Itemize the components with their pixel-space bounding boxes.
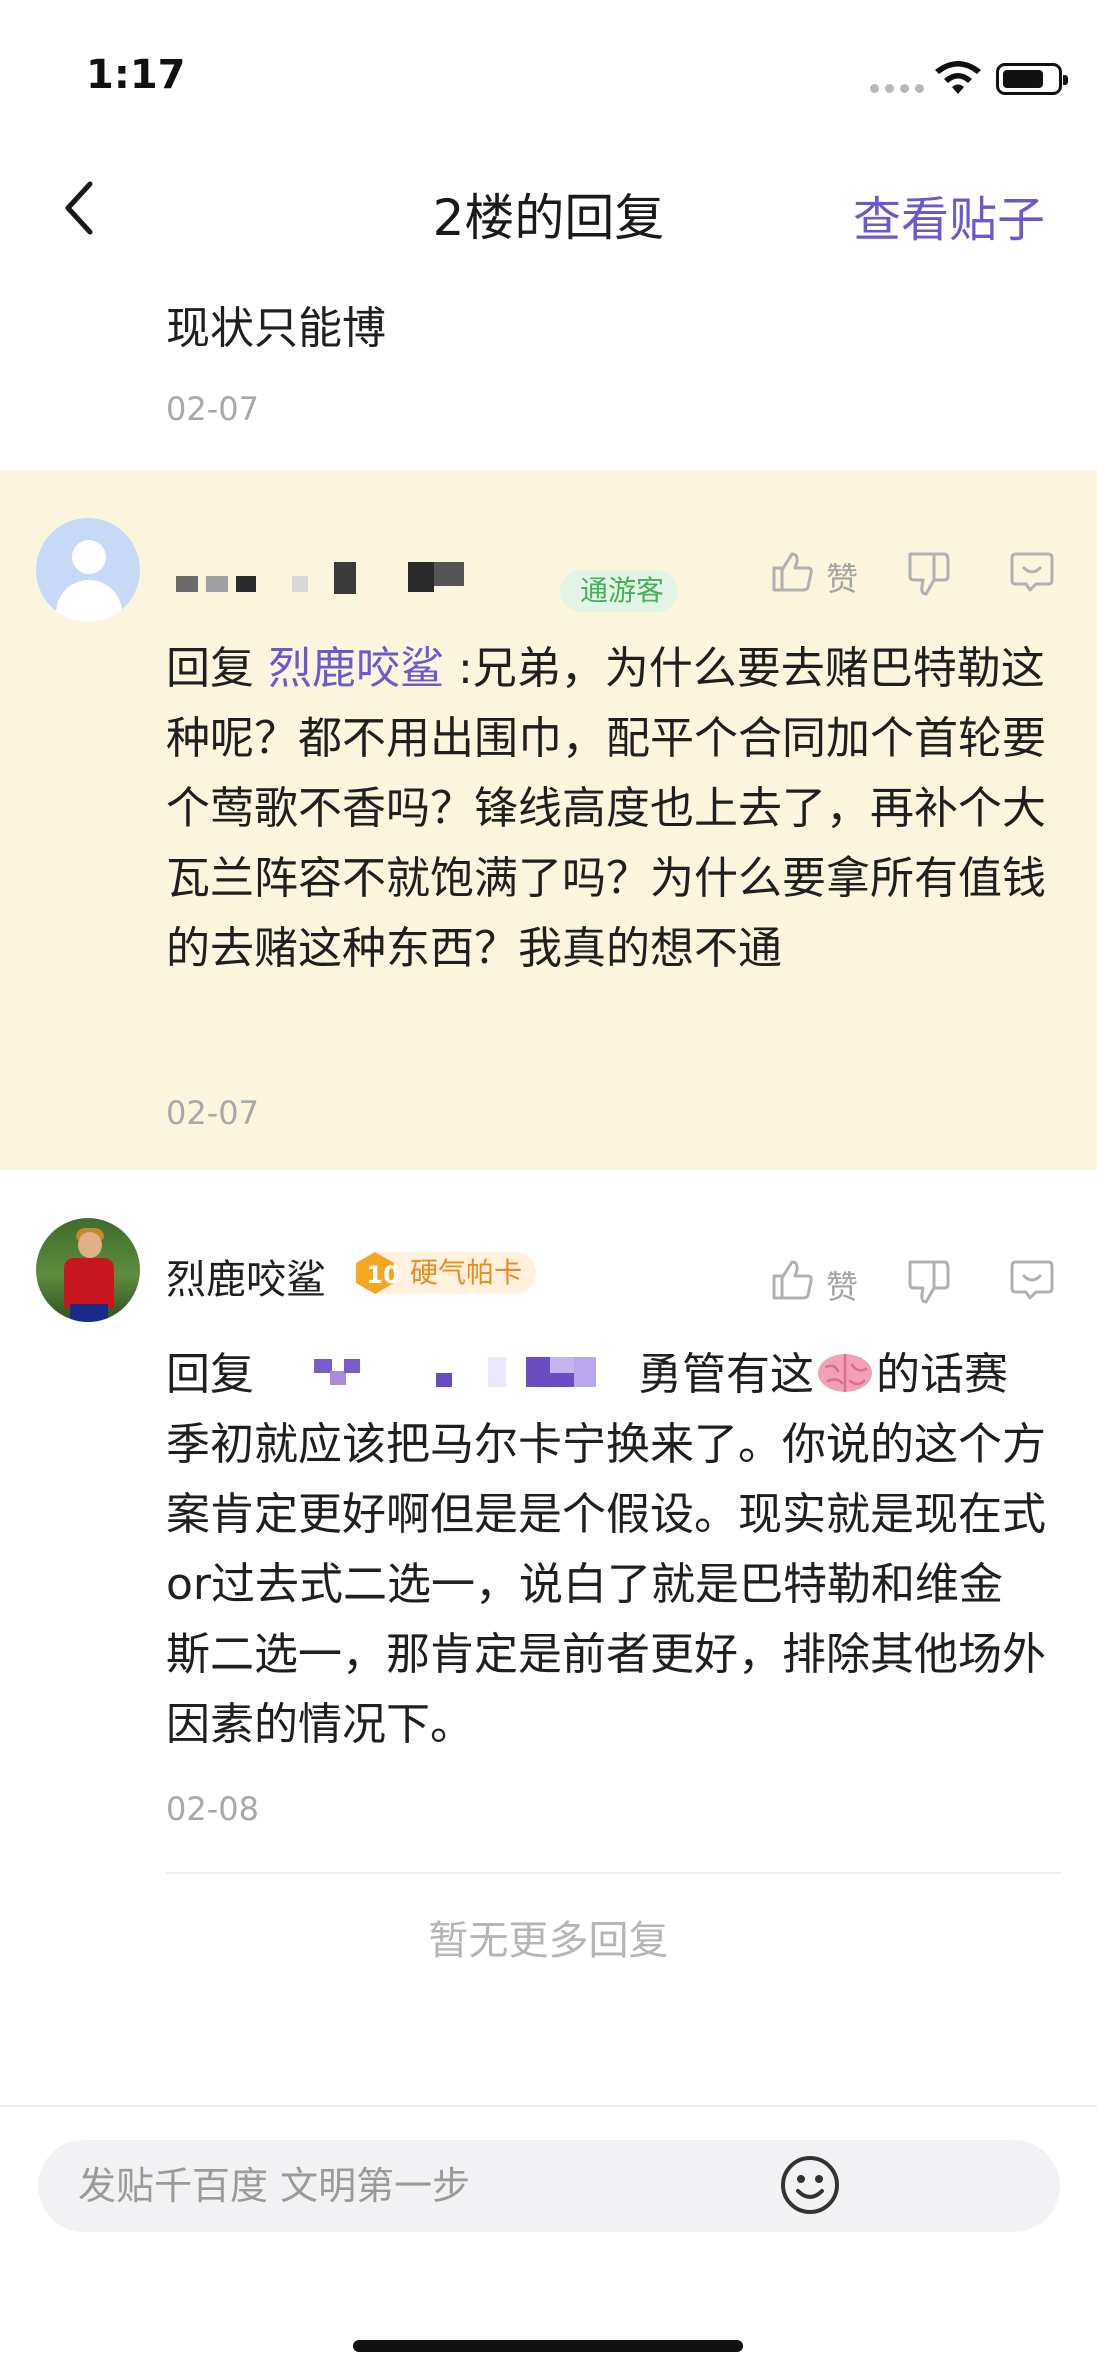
reply-prefix: 回复 — [166, 1349, 254, 1400]
signal-icon — [870, 84, 924, 93]
reply-body-end: 的话赛季初就应该把马尔卡宁换来了。你说的这个方案肯定更好啊但是是个假设。现实就是… — [166, 1349, 1046, 1750]
like-label[interactable]: 赞 — [826, 554, 858, 600]
comment-icon[interactable] — [1008, 548, 1056, 596]
comment-input[interactable] — [38, 2140, 1060, 2232]
brain-emoji-icon — [818, 1353, 872, 1393]
home-indicator — [353, 2340, 743, 2352]
battery-icon — [996, 63, 1068, 95]
reply-actions: 赞 — [762, 542, 1062, 602]
mention-redacted[interactable] — [268, 1347, 638, 1397]
username[interactable]: 烈鹿咬鲨 — [166, 1247, 326, 1305]
like-icon[interactable] — [768, 1256, 816, 1304]
reply-date: 02-08 — [166, 1790, 259, 1828]
partial-reply: 现状只能博 02-07 — [0, 270, 1097, 470]
reply-actions: 赞 — [762, 1250, 1062, 1310]
partial-reply-text: 现状只能博 — [166, 303, 386, 354]
reply-item: 烈鹿咬鲨 10 硬气帕卡 赞 回复 勇管有这 的话赛季初就应该把马尔卡宁换来了。… — [0, 1172, 1097, 1872]
reply-body-start: 勇管有这 — [638, 1349, 814, 1400]
level-number: 10 — [366, 1261, 400, 1289]
like-icon[interactable] — [768, 548, 816, 596]
bottom-input-bar — [0, 2105, 1097, 2375]
dislike-icon[interactable] — [904, 550, 952, 598]
reply-text: 回复 勇管有这 的话赛季初就应该把马尔卡宁换来了。你说的这个方案肯定更好啊但是是… — [166, 1340, 1046, 1760]
like-label[interactable]: 赞 — [826, 1262, 858, 1308]
reply-date: 02-07 — [166, 1094, 259, 1132]
wifi-icon — [935, 61, 981, 94]
dislike-icon[interactable] — [904, 1258, 952, 1306]
reply-item: 通游客 赞 回复 烈鹿咬鲨 :兄弟，为什么要去赌巴特勒这种呢？都不用出围巾，配平… — [0, 470, 1097, 1170]
badge-label: 硬气帕卡 — [410, 1256, 523, 1289]
mention-link[interactable]: 烈鹿咬鲨 — [268, 643, 444, 694]
nav-bar: 2楼的回复 查看贴子 — [0, 140, 1097, 270]
divider — [166, 1872, 1061, 1874]
reply-text: 回复 烈鹿咬鲨 :兄弟，为什么要去赌巴特勒这种呢？都不用出围巾，配平个合同加个首… — [166, 634, 1046, 984]
avatar[interactable] — [36, 518, 140, 622]
comment-icon[interactable] — [1008, 1256, 1056, 1304]
username-redacted[interactable] — [166, 562, 506, 596]
no-more-replies-text: 暂无更多回复 — [428, 1918, 669, 1964]
partial-reply-date: 02-07 — [166, 390, 259, 428]
status-bar: 1:17 — [0, 0, 1097, 140]
status-time: 1:17 — [86, 52, 186, 98]
back-icon[interactable] — [58, 178, 104, 238]
emoji-icon[interactable] — [778, 2153, 842, 2217]
view-post-button[interactable]: 查看贴子 — [853, 180, 1045, 250]
avatar[interactable] — [36, 1218, 140, 1322]
user-badge: 通游客 — [560, 570, 679, 612]
reply-prefix: 回复 — [166, 643, 254, 694]
user-badge: 10 硬气帕卡 — [356, 1252, 537, 1294]
